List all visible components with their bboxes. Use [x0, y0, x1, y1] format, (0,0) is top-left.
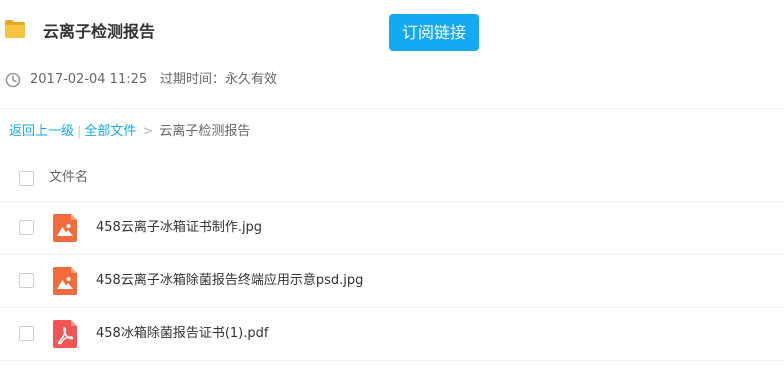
file-checkbox[interactable]	[19, 273, 34, 288]
file-row[interactable]: 458冰箱除菌报告证书(1).pdf	[0, 308, 784, 361]
column-header-filename: 文件名	[49, 170, 89, 185]
file-row[interactable]: 458云离子冰箱除菌报告终端应用示意psd.jpg	[0, 255, 784, 308]
all-files-link[interactable]: 全部文件	[84, 124, 136, 139]
file-checkbox[interactable]	[19, 220, 34, 235]
subscribe-link-button[interactable]: 订阅链接	[389, 14, 479, 51]
breadcrumb-arrow: >	[142, 124, 154, 139]
file-name[interactable]: 458云离子冰箱证书制作.jpg	[96, 217, 262, 239]
image-file-icon	[53, 214, 77, 242]
file-checkbox[interactable]	[19, 326, 34, 341]
clock-icon	[5, 72, 21, 88]
file-name[interactable]: 458冰箱除菌报告证书(1).pdf	[96, 323, 268, 345]
file-list-header: 文件名	[0, 155, 784, 202]
breadcrumb-divider: |	[77, 124, 82, 139]
share-date: 2017-02-04 11:25	[30, 72, 148, 87]
file-list: 文件名 458云离子冰箱证书制作.jpg 458云离子冰箱除菌报告终端应用示意p…	[0, 155, 784, 361]
back-link[interactable]: 返回上一级	[9, 124, 74, 139]
file-row[interactable]: 458云离子冰箱证书制作.jpg	[0, 202, 784, 255]
file-name[interactable]: 458云离子冰箱除菌报告终端应用示意psd.jpg	[96, 270, 363, 292]
folder-icon	[5, 20, 25, 38]
share-header: 云离子检测报告 订阅链接 2017-02-04 11:25 过期时间：永久有效	[0, 0, 784, 109]
breadcrumb: 返回上一级 | 全部文件 > 云离子检测报告	[9, 122, 250, 142]
pdf-file-icon	[53, 320, 77, 348]
image-file-icon	[53, 267, 77, 295]
breadcrumb-current: 云离子检测报告	[159, 124, 251, 139]
select-all-checkbox[interactable]	[19, 171, 34, 186]
page-title: 云离子检测报告	[43, 22, 156, 41]
expiry-time: 过期时间：永久有效	[160, 72, 278, 87]
